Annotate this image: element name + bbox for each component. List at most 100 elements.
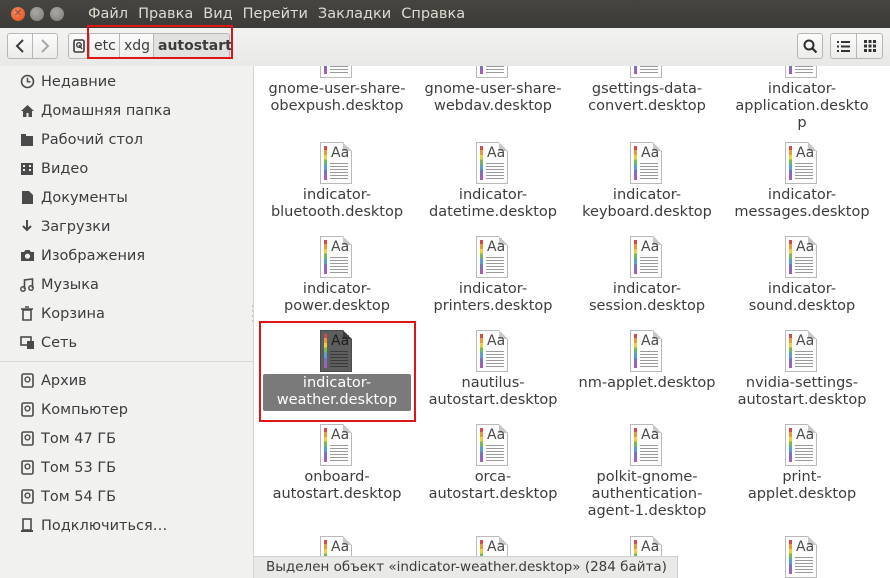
sidebar-item-desktop[interactable]: Рабочий стол xyxy=(0,125,253,154)
breadcrumb-autostart[interactable]: autostart xyxy=(153,33,232,59)
file-name: onboard-autostart.desktop xyxy=(272,469,402,502)
file-item[interactable]: Aa orca-autostart.desktop xyxy=(418,422,568,505)
camera-icon xyxy=(19,248,35,264)
file-item[interactable]: Aa indicator-session.desktop xyxy=(572,234,722,317)
file-name: gnome-user-share-obexpush.desktop xyxy=(268,81,406,114)
file-item[interactable]: Aa indicator-power.desktop xyxy=(262,234,412,317)
home-icon xyxy=(19,103,35,119)
menu-file[interactable]: Файл xyxy=(83,0,133,28)
clock-icon xyxy=(19,74,35,90)
file-item[interactable]: Aa indicator-printers.desktop xyxy=(418,234,568,317)
sidebar-item-computer[interactable]: Компьютер xyxy=(0,395,253,424)
text-file-icon: Aa xyxy=(628,234,666,280)
file-item[interactable]: Aa print-applet.desktop xyxy=(727,422,877,505)
text-file-icon: Aa xyxy=(318,328,356,374)
file-name: indicator-messages.desktop xyxy=(734,187,870,220)
file-name: indicator-printers.desktop xyxy=(433,281,553,314)
sidebar-item-label: Домашняя папка xyxy=(41,102,172,119)
file-name: indicator-bluetooth.desktop xyxy=(270,187,404,220)
sidebar-item-music[interactable]: Музыка xyxy=(0,270,253,299)
file-item-partial[interactable]: Aa xyxy=(727,534,877,578)
sidebar-item-video[interactable]: Видео xyxy=(0,154,253,183)
menu-help[interactable]: Справка xyxy=(396,0,470,28)
maximize-window-button[interactable] xyxy=(50,7,64,21)
menu-bookmarks[interactable]: Закладки xyxy=(313,0,396,28)
file-name: gsettings-data-convert.desktop xyxy=(588,81,706,114)
sidebar-item-pictures[interactable]: Изображения xyxy=(0,241,253,270)
text-file-icon: Aa xyxy=(628,66,666,80)
sidebar-item-label: Компьютер xyxy=(41,401,128,418)
sidebar-item-archive[interactable]: Архив xyxy=(0,366,253,395)
sidebar-item-volume-54[interactable]: Том 54 ГБ xyxy=(0,482,253,511)
file-item[interactable]: Aa nautilus-autostart.desktop xyxy=(418,328,568,411)
text-file-icon: Aa xyxy=(628,328,666,374)
breadcrumb-xdg[interactable]: xdg xyxy=(119,33,154,59)
text-file-icon: Aa xyxy=(474,234,512,280)
location-toggle-button[interactable] xyxy=(68,33,90,59)
back-button[interactable] xyxy=(7,33,33,59)
text-file-icon: Aa xyxy=(318,66,356,80)
sidebar-item-label: Сеть xyxy=(41,334,78,351)
file-name: nvidia-settings-autostart.desktop xyxy=(737,375,867,408)
sidebar-item-network[interactable]: Сеть xyxy=(0,328,253,357)
forward-button[interactable] xyxy=(32,33,58,59)
trash-icon xyxy=(19,306,35,322)
text-file-icon: Aa xyxy=(628,422,666,468)
sidebar-item-volume-47[interactable]: Том 47 ГБ xyxy=(0,424,253,453)
file-item[interactable]: Aa indicator-bluetooth.desktop xyxy=(262,140,412,223)
file-item[interactable]: Aa indicator-datetime.desktop xyxy=(418,140,568,223)
search-button[interactable] xyxy=(797,33,823,59)
sidebar-item-label: Архив xyxy=(41,372,87,389)
sidebar-item-recent[interactable]: Недавние xyxy=(0,67,253,96)
file-name: polkit-gnome-authentication-agent-1.desk… xyxy=(587,469,707,519)
minimize-window-button[interactable] xyxy=(30,7,44,21)
file-item[interactable]: Aa nvidia-settings-autostart.desktop xyxy=(727,328,877,411)
text-file-icon: Aa xyxy=(318,234,356,280)
sidebar-item-downloads[interactable]: Загрузки xyxy=(0,212,253,241)
drive-icon xyxy=(19,489,35,505)
file-name: indicator-session.desktop xyxy=(588,281,706,314)
folder-icon xyxy=(19,132,35,148)
grid-icon xyxy=(863,40,876,52)
file-name: orca-autostart.desktop xyxy=(428,469,558,502)
grid-view-button[interactable] xyxy=(856,33,883,59)
sidebar-item-trash[interactable]: Корзина xyxy=(0,299,253,328)
file-item[interactable]: Aa gsettings-data-convert.desktop xyxy=(572,66,722,117)
sidebar-item-documents[interactable]: Документы xyxy=(0,183,253,212)
toolbar: etc xdg autostart xyxy=(0,25,890,67)
file-view: Aa gnome-user-share-obexpush.desktop Aa … xyxy=(254,66,890,578)
sidebar-item-label: Корзина xyxy=(41,305,105,322)
file-item[interactable]: Aa indicator-keyboard.desktop xyxy=(572,140,722,223)
text-file-icon: Aa xyxy=(474,66,512,80)
sidebar-item-label: Видео xyxy=(41,160,89,177)
menu-edit[interactable]: Правка xyxy=(133,0,198,28)
close-window-button[interactable]: ✕ xyxy=(11,7,25,21)
sidebar-item-connect-server[interactable]: Подключиться… xyxy=(0,511,253,540)
close-icon: ✕ xyxy=(13,8,23,19)
file-item-selected[interactable]: Aa indicator-weather.desktop xyxy=(262,328,412,411)
sidebar-item-volume-53[interactable]: Том 53 ГБ xyxy=(0,453,253,482)
file-item[interactable]: Aa polkit-gnome-authentication-agent-1.d… xyxy=(572,422,722,522)
sidebar-item-home[interactable]: Домашняя папка xyxy=(0,96,253,125)
menu-go[interactable]: Перейти xyxy=(238,0,313,28)
text-file-icon: Aa xyxy=(474,422,512,468)
file-item[interactable]: Aa onboard-autostart.desktop xyxy=(262,422,412,505)
text-file-icon: Aa xyxy=(783,66,821,80)
file-item[interactable]: Aa gnome-user-share-webdav.desktop xyxy=(418,66,568,117)
main-menu: Файл Правка Вид Перейти Закладки Справка xyxy=(83,0,470,28)
breadcrumb-etc[interactable]: etc xyxy=(89,33,120,59)
list-view-button[interactable] xyxy=(830,33,857,59)
video-icon xyxy=(19,161,35,177)
file-name: indicator-keyboard.desktop xyxy=(582,187,712,220)
file-item[interactable]: Aa indicator-application.desktop xyxy=(727,66,877,134)
file-item[interactable]: Aa nm-applet.desktop xyxy=(572,328,722,394)
file-name: print-applet.desktop xyxy=(747,469,857,502)
file-item[interactable]: Aa indicator-messages.desktop xyxy=(727,140,877,223)
file-item[interactable]: Aa indicator-sound.desktop xyxy=(727,234,877,317)
drive-icon xyxy=(73,39,85,53)
file-item[interactable]: Aa gnome-user-share-obexpush.desktop xyxy=(262,66,412,117)
file-name: gnome-user-share-webdav.desktop xyxy=(424,81,562,114)
sidebar-item-label: Изображения xyxy=(41,247,146,264)
menu-view[interactable]: Вид xyxy=(198,0,237,28)
file-name: indicator-application.desktop xyxy=(735,81,869,131)
